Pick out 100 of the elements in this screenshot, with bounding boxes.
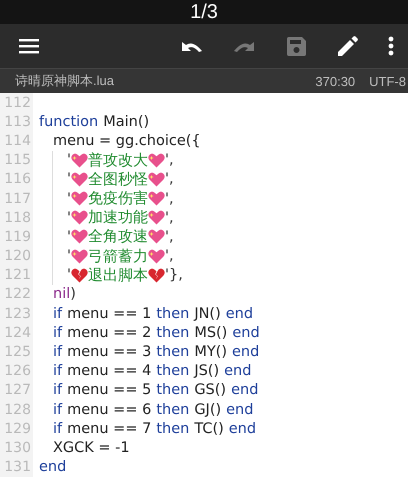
punctuation: ', bbox=[165, 171, 174, 188]
line-number: 128 bbox=[3, 402, 32, 418]
keyword: then bbox=[156, 344, 190, 360]
line-number: 121 bbox=[3, 267, 32, 284]
string-text: 免疫伤害 bbox=[88, 189, 148, 208]
line-number: 129 bbox=[3, 420, 32, 437]
undo-icon[interactable] bbox=[181, 40, 203, 52]
code-text: JS() bbox=[194, 363, 220, 380]
keyword: end bbox=[231, 382, 258, 398]
keyword: then bbox=[156, 324, 190, 341]
line-number: 130 bbox=[3, 440, 32, 456]
keyword: then bbox=[156, 363, 190, 380]
keyword: if bbox=[53, 382, 62, 398]
keyword: if bbox=[53, 363, 62, 380]
code-text: TC() bbox=[194, 420, 224, 437]
line-number: 127 bbox=[3, 382, 32, 398]
code-text: MS() bbox=[194, 324, 228, 341]
keyword: if bbox=[53, 306, 62, 322]
keyword: if bbox=[53, 402, 62, 418]
punctuation: ', bbox=[165, 152, 174, 168]
punctuation: ', bbox=[165, 228, 174, 245]
sparkling-heart-icon bbox=[148, 248, 165, 264]
punctuation: ', bbox=[165, 248, 174, 264]
keyword: function bbox=[39, 114, 98, 130]
nil-keyword: nil bbox=[53, 286, 70, 302]
keyword: then bbox=[156, 420, 190, 437]
keyword: end bbox=[232, 344, 260, 360]
sparkling-heart-icon bbox=[71, 248, 88, 264]
sparkling-heart-icon bbox=[71, 172, 88, 187]
line-number: 112 bbox=[3, 94, 32, 111]
line-number: 118 bbox=[3, 210, 32, 226]
line-number: 120 bbox=[3, 248, 32, 264]
punctuation: ' bbox=[67, 152, 71, 168]
code-text: menu == 2 bbox=[67, 324, 152, 341]
keyword: end bbox=[232, 324, 260, 341]
keyword: then bbox=[156, 382, 190, 398]
sparkling-heart-icon bbox=[71, 210, 88, 226]
punctuation: ' bbox=[67, 171, 71, 188]
line-number: 125 bbox=[3, 344, 32, 360]
page-indicator: 1/3 bbox=[190, 1, 218, 23]
line-number: 126 bbox=[3, 363, 32, 380]
keyword: then bbox=[156, 306, 190, 322]
sparkling-heart-icon bbox=[148, 172, 165, 187]
keyword: end bbox=[39, 459, 66, 476]
string-text: 加速功能 bbox=[88, 208, 148, 228]
cursor-position: 370:30 bbox=[315, 74, 356, 88]
line-number: 122 bbox=[3, 286, 32, 302]
file-name: 诗晴原神脚本.lua bbox=[15, 72, 114, 90]
keyword: if bbox=[53, 324, 62, 341]
line-number: 123 bbox=[3, 306, 32, 322]
line-number: 119 bbox=[3, 228, 32, 245]
line-number: 131 bbox=[3, 459, 32, 476]
keyword: end bbox=[226, 306, 254, 322]
more-icon[interactable] bbox=[388, 36, 394, 56]
broken-heart-icon bbox=[71, 268, 88, 283]
sparkling-heart-icon bbox=[148, 229, 165, 244]
line-number: 115 bbox=[3, 152, 32, 168]
punctuation: ' bbox=[67, 267, 71, 284]
punctuation: ' bbox=[67, 228, 71, 245]
broken-heart-icon bbox=[148, 268, 165, 283]
code-text: XGCK = -1 bbox=[53, 440, 130, 456]
punctuation: ' bbox=[67, 190, 71, 207]
string-text: 全角攻速 bbox=[88, 227, 148, 246]
string-text: 全图秒怪 bbox=[88, 170, 148, 189]
code-text: menu == 1 bbox=[67, 306, 152, 322]
menu-icon[interactable] bbox=[19, 38, 39, 54]
code-text: Main() bbox=[103, 114, 150, 130]
sparkling-heart-icon bbox=[71, 191, 88, 206]
punctuation: ) bbox=[70, 286, 76, 302]
sparkling-heart-icon bbox=[71, 152, 88, 168]
line-number: 113 bbox=[3, 114, 32, 130]
line-number: 117 bbox=[3, 190, 32, 207]
sparkling-heart-icon bbox=[71, 229, 88, 244]
code-text: menu == 4 bbox=[67, 363, 152, 380]
sparkling-heart-icon bbox=[148, 210, 165, 226]
punctuation: '}, bbox=[165, 267, 183, 284]
keyword: end bbox=[226, 402, 254, 418]
line-number: 124 bbox=[3, 324, 32, 341]
code-text: MY() bbox=[194, 344, 227, 360]
code-text: GS() bbox=[194, 382, 226, 398]
code-text: menu == 7 bbox=[67, 420, 152, 437]
punctuation: ' bbox=[67, 210, 71, 226]
code-text: menu = gg.choice({ bbox=[53, 132, 201, 149]
pencil-icon[interactable] bbox=[338, 36, 358, 56]
code-text: menu == 6 bbox=[67, 402, 152, 418]
string-text: 退出脚本 bbox=[88, 266, 148, 285]
keyword: if bbox=[53, 344, 62, 360]
punctuation: ', bbox=[165, 190, 174, 207]
keyword: if bbox=[53, 420, 62, 437]
string-text: 弓箭蓄力 bbox=[88, 246, 148, 266]
line-number: 114 bbox=[3, 132, 32, 149]
line-number: 116 bbox=[3, 171, 32, 188]
keyword: then bbox=[156, 402, 190, 418]
sparkling-heart-icon bbox=[148, 191, 165, 206]
sparkling-heart-icon bbox=[148, 152, 165, 168]
string-text: 普攻改大 bbox=[88, 150, 148, 170]
code-text: menu == 3 bbox=[67, 344, 152, 360]
punctuation: ' bbox=[67, 248, 71, 264]
code-text: JN() bbox=[194, 306, 221, 322]
punctuation: ', bbox=[165, 210, 174, 226]
